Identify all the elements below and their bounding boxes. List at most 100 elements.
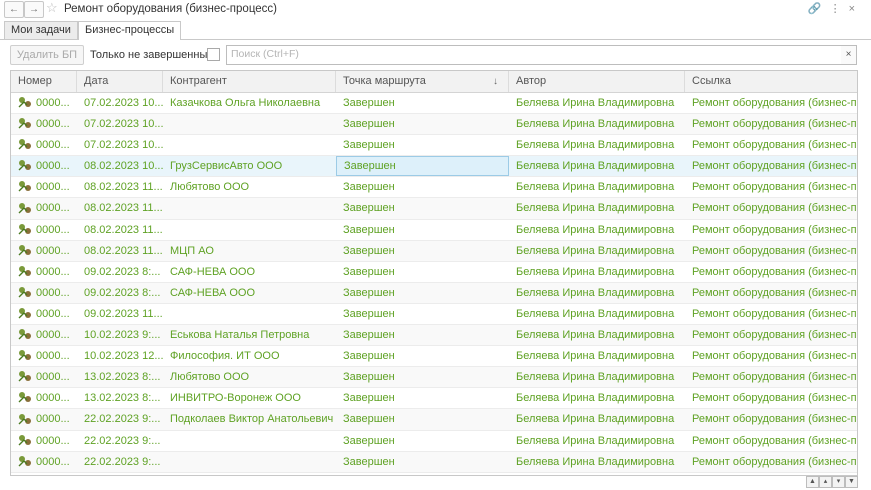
cell-number[interactable]: 0000... bbox=[11, 177, 77, 197]
cell-date[interactable]: 08.02.2023 11... bbox=[77, 241, 163, 261]
table-row[interactable]: 0000... 08.02.2023 10... ГрузСервисАвто ОО… bbox=[11, 156, 857, 178]
cell-link[interactable]: Ремонт оборудования (бизнес-пр... bbox=[685, 135, 857, 155]
cell-date[interactable]: 13.02.2023 8:... bbox=[77, 388, 163, 408]
cell-number[interactable]: 0000... bbox=[11, 283, 77, 303]
cell-counterparty[interactable]: Еськова Наталья Петровна bbox=[163, 325, 336, 345]
column-header-number[interactable]: Номер bbox=[11, 71, 77, 92]
column-header-link[interactable]: Ссылка bbox=[685, 71, 857, 92]
back-button[interactable]: ← bbox=[4, 1, 24, 18]
table-row[interactable]: 0000... 22.02.2023 9:... Завершен Беляева И… bbox=[11, 451, 857, 473]
cell-route-point[interactable]: Завершен bbox=[336, 409, 509, 429]
search-clear-button[interactable]: × bbox=[841, 45, 857, 65]
table-row[interactable]: 0000... 08.02.2023 11... Завершен Беляева И… bbox=[11, 198, 857, 220]
cell-date[interactable]: 09.02.2023 8:... bbox=[77, 262, 163, 282]
cell-route-point[interactable]: Завершен bbox=[336, 325, 509, 345]
cell-number[interactable]: 0000... bbox=[11, 135, 77, 155]
cell-number[interactable]: 0000... bbox=[11, 346, 77, 366]
cell-number[interactable]: 0000... bbox=[11, 241, 77, 261]
cell-counterparty[interactable] bbox=[163, 220, 336, 240]
cell-counterparty[interactable]: ИНВИТРО-Воронеж ООО bbox=[163, 388, 336, 408]
cell-link[interactable]: Ремонт оборудования (бизнес-пр... bbox=[685, 367, 857, 387]
cell-route-point[interactable]: Завершен bbox=[336, 220, 509, 240]
cell-link[interactable]: Ремонт оборудования (бизнес-пр... bbox=[685, 283, 857, 303]
cell-number[interactable]: 0000... bbox=[11, 114, 77, 134]
scroll-down-button[interactable]: ▾ bbox=[832, 476, 845, 488]
table-row[interactable]: 0000... 13.02.2023 8:... ИНВИТРО-Воронеж О… bbox=[11, 388, 857, 410]
table-row[interactable]: 0000... 08.02.2023 11... Любятово ООО Завер… bbox=[11, 177, 857, 199]
cell-counterparty[interactable]: Подколаев Виктор Анатольевич bbox=[163, 409, 336, 429]
cell-author[interactable]: Беляева Ирина Владимировна bbox=[509, 346, 685, 366]
scroll-top-button[interactable]: ▲ bbox=[806, 476, 819, 488]
link-icon[interactable]: 🔗 bbox=[808, 3, 830, 15]
cell-author[interactable]: Беляева Ирина Владимировна bbox=[509, 262, 685, 282]
cell-number[interactable]: 0000... bbox=[11, 220, 77, 240]
cell-author[interactable]: Беляева Ирина Владимировна bbox=[509, 93, 685, 113]
table-row[interactable]: 0000...22.02.2023 11... ЗавершенБеляева И… bbox=[11, 473, 857, 475]
column-header-date[interactable]: Дата bbox=[77, 71, 163, 92]
cell-route-point[interactable]: Завершен bbox=[336, 346, 509, 366]
cell-route-point[interactable]: Завершен bbox=[336, 304, 509, 324]
cell-link[interactable]: Ремонт оборудования (бизнес-пр... bbox=[685, 325, 857, 345]
column-header-author[interactable]: Автор bbox=[509, 71, 685, 92]
cell-route-point[interactable]: Завершен bbox=[336, 135, 509, 155]
cell-number[interactable]: 0000... bbox=[11, 262, 77, 282]
cell-link[interactable]: Ремонт оборудования (бизнес-пр... bbox=[685, 262, 857, 282]
cell-link[interactable]: Ремонт оборудования (бизнес-пр... bbox=[685, 431, 857, 451]
cell-counterparty[interactable] bbox=[163, 452, 336, 472]
cell-date[interactable]: 10.02.2023 12... bbox=[77, 346, 163, 366]
cell-author[interactable]: Беляева Ирина Владимировна bbox=[509, 135, 685, 155]
cell-route-point[interactable]: Завершен bbox=[336, 262, 509, 282]
cell-counterparty[interactable] bbox=[163, 304, 336, 324]
cell-route-point[interactable]: Завершен bbox=[336, 473, 509, 475]
cell-counterparty[interactable]: Философия. ИТ ООО bbox=[163, 346, 336, 366]
cell-route-point[interactable]: Завершен bbox=[336, 114, 509, 134]
column-header-counterparty[interactable]: Контрагент bbox=[163, 71, 336, 92]
cell-link[interactable]: Ремонт оборудования (бизнес-пр... bbox=[685, 304, 857, 324]
cell-route-point[interactable]: Завершен bbox=[336, 241, 509, 261]
cell-date[interactable]: 13.02.2023 8:... bbox=[77, 367, 163, 387]
cell-author[interactable]: Беляева Ирина Владимировна bbox=[509, 220, 685, 240]
table-row[interactable]: 0000... 22.02.2023 9:... Подколаев Виктор … bbox=[11, 409, 857, 431]
cell-counterparty[interactable]: Казачкова Ольга Николаевна bbox=[163, 93, 336, 113]
cell-author[interactable]: Беляева Ирина Владимировна bbox=[509, 241, 685, 261]
cell-date[interactable]: 09.02.2023 11... bbox=[77, 304, 163, 324]
cell-counterparty[interactable] bbox=[163, 473, 336, 475]
column-header-route-point[interactable]: Точка маршрута ↓ bbox=[336, 71, 509, 92]
cell-link[interactable]: Ремонт оборудования (бизнес-пр... bbox=[685, 388, 857, 408]
table-row[interactable]: 0000... 08.02.2023 11... МЦП АО Завершен Бел… bbox=[11, 240, 857, 262]
scroll-bottom-button[interactable]: ▼ bbox=[845, 476, 858, 488]
cell-number[interactable]: 0000... bbox=[11, 452, 77, 472]
cell-author[interactable]: Беляева Ирина Владимировна bbox=[509, 156, 685, 176]
cell-number[interactable]: 0000... bbox=[11, 473, 77, 475]
cell-date[interactable]: 22.02.2023 11... bbox=[77, 473, 163, 475]
cell-link[interactable]: Ремонт оборудования (бизнес-пр... bbox=[685, 177, 857, 197]
cell-date[interactable]: 08.02.2023 11... bbox=[77, 198, 163, 218]
table-row[interactable]: 0000... 10.02.2023 12... Философия. ИТ ООО… bbox=[11, 346, 857, 368]
cell-link[interactable]: Ремонт оборудования (бизнес-пр... bbox=[685, 114, 857, 134]
cell-route-point[interactable]: Завершен bbox=[336, 156, 509, 177]
cell-number[interactable]: 0000... bbox=[11, 431, 77, 451]
cell-author[interactable]: Беляева Ирина Владимировна bbox=[509, 367, 685, 387]
cell-date[interactable]: 22.02.2023 9:... bbox=[77, 452, 163, 472]
cell-link[interactable]: Ремонт оборудования (бизнес-пр... bbox=[685, 220, 857, 240]
cell-number[interactable]: 0000... bbox=[11, 409, 77, 429]
cell-date[interactable]: 08.02.2023 10... bbox=[77, 156, 163, 176]
cell-route-point[interactable]: Завершен bbox=[336, 198, 509, 218]
table-row[interactable]: 0000... 08.02.2023 11... Завершен Беляева И… bbox=[11, 220, 857, 241]
cell-author[interactable]: Беляева Ирина Владимировна bbox=[509, 431, 685, 451]
cell-date[interactable]: 07.02.2023 10... bbox=[77, 114, 163, 134]
tab-my-tasks[interactable]: Мои задачи bbox=[4, 21, 78, 39]
cell-date[interactable]: 09.02.2023 8:... bbox=[77, 283, 163, 303]
cell-route-point[interactable]: Завершен bbox=[336, 431, 509, 451]
cell-link[interactable]: Ремонт оборудования (бизнес-пр... bbox=[685, 198, 857, 218]
cell-author[interactable]: Беляева Ирина Владимировна bbox=[509, 325, 685, 345]
cell-link[interactable]: Ремонт оборудования (бизнес-пр... bbox=[685, 409, 857, 429]
cell-author[interactable]: Беляева Ирина Владимировна bbox=[509, 283, 685, 303]
cell-author[interactable]: Беляева Ирина Владимировна bbox=[509, 452, 685, 472]
more-icon[interactable]: ⋮ bbox=[830, 3, 849, 15]
cell-link[interactable]: Ремонт оборудования (бизнес-пр... bbox=[685, 241, 857, 261]
cell-number[interactable]: 0000... bbox=[11, 198, 77, 218]
cell-counterparty[interactable]: МЦП АО bbox=[163, 241, 336, 261]
forward-button[interactable]: → bbox=[24, 1, 44, 18]
cell-counterparty[interactable] bbox=[163, 135, 336, 155]
